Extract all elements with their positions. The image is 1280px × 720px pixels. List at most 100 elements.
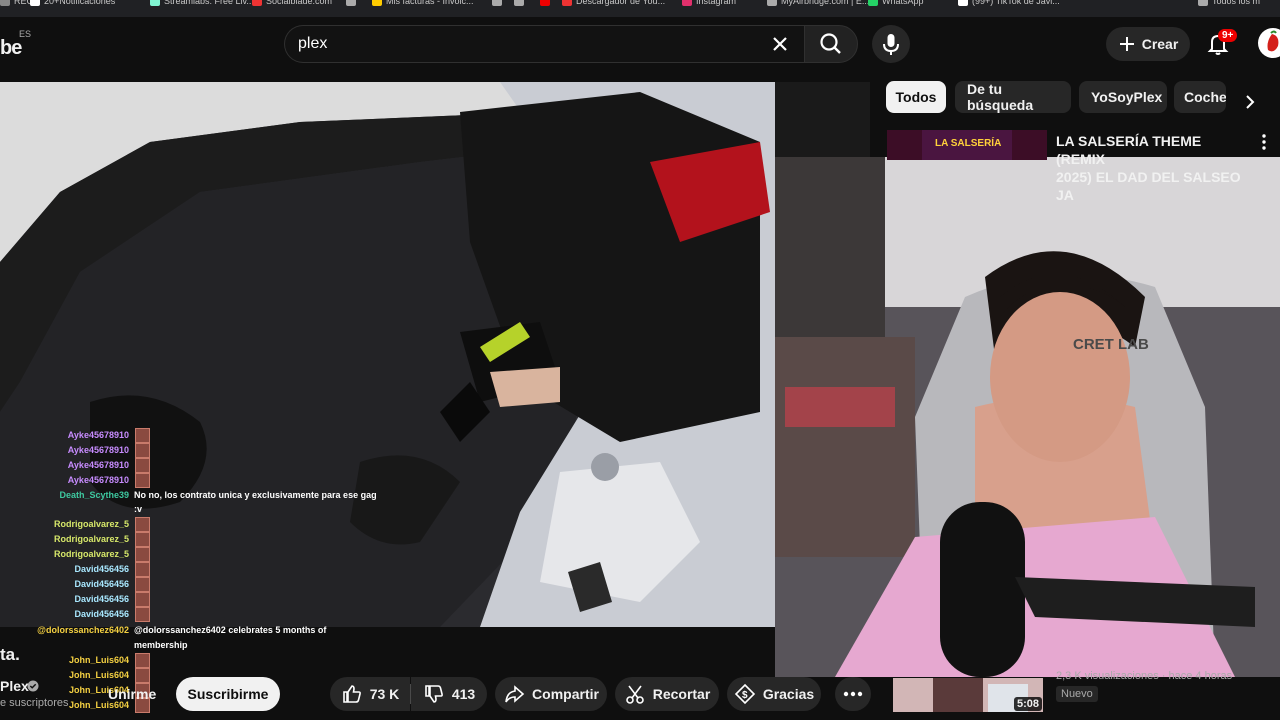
thanks-label: Gracias	[762, 686, 815, 702]
chip-label: De tu búsqueda	[967, 81, 1034, 113]
new-badge: Nuevo	[1056, 686, 1098, 702]
chat-emote-icon	[135, 443, 150, 458]
clear-search-icon[interactable]	[768, 32, 792, 56]
chat-text: membership	[134, 640, 188, 650]
chip-label: Todos	[895, 89, 937, 105]
chat-username: Ayke45678910	[67, 475, 129, 485]
chat-username: @dolorssanchez6402	[37, 625, 129, 635]
bookmark-favicon-icon	[540, 0, 550, 6]
chip-todos[interactable]: Todos	[886, 81, 946, 113]
search-icon	[820, 33, 841, 54]
recommendation-menu-button[interactable]	[1258, 134, 1270, 150]
chat-emote-icon	[135, 668, 150, 683]
bookmark-label: Instagram	[696, 0, 737, 6]
chat-username: Ayke45678910	[67, 430, 129, 440]
search-query[interactable]: plex	[298, 35, 327, 53]
bookmark-item[interactable]	[492, 0, 506, 8]
bookmark-favicon-icon	[767, 0, 777, 6]
bookmark-item[interactable]: MyAirbridge.com | E...	[767, 0, 869, 8]
create-label: Crear	[1141, 36, 1179, 52]
join-button[interactable]: Unirme	[108, 686, 156, 702]
chat-emote-icon	[135, 517, 150, 532]
recommendation-title[interactable]: LA SALSERÍA THEME (REMIX 2025) EL DAD DEL…	[1056, 132, 1246, 204]
create-button[interactable]: Crear	[1106, 27, 1190, 61]
chat-emote-icon	[135, 458, 150, 473]
bookmark-item[interactable]: WhatsApp	[868, 0, 924, 8]
chip-de-tu-busqueda[interactable]: De tu búsqueda	[955, 81, 1071, 113]
bookmark-favicon-icon	[30, 0, 40, 6]
video-duration: 5:08	[1014, 697, 1043, 711]
thumbs-down-icon	[425, 685, 443, 703]
bookmark-favicon-icon	[958, 0, 968, 6]
svg-text:$: $	[742, 690, 748, 701]
more-actions-button[interactable]	[835, 677, 871, 711]
bookmark-favicon-icon	[682, 0, 692, 6]
video-title: ta.	[0, 645, 20, 664]
bookmark-item[interactable]: Instagram	[682, 0, 736, 8]
bookmark-favicon-icon	[868, 0, 878, 6]
chat-emote-icon	[135, 577, 150, 592]
like-button[interactable]: 73 K	[330, 677, 410, 711]
bookmark-label: Socialblade.com	[266, 0, 333, 6]
bookmark-item[interactable]	[540, 0, 554, 8]
recommendation-thumbnail[interactable]: LA SALSERÍA	[887, 130, 1047, 160]
recommendation-title-line: 2025) EL DAD DEL SALSEO JA	[1056, 169, 1241, 203]
search-input[interactable]	[284, 25, 805, 63]
thanks-button[interactable]: $ Gracias	[727, 677, 821, 711]
bookmark-item[interactable]: 20+Notificaciones	[30, 0, 115, 8]
dislike-count: 413	[451, 686, 476, 702]
chat-username: Ayke45678910	[67, 460, 129, 470]
bookmark-favicon-icon	[0, 0, 10, 6]
subscribe-button[interactable]: Suscribirme	[176, 677, 280, 711]
channel-name[interactable]: Plex	[0, 678, 29, 694]
bookmark-item[interactable]: Descargador de You...	[562, 0, 665, 8]
notification-badge: 9+	[1218, 29, 1238, 42]
chips-next-button[interactable]	[1236, 88, 1264, 116]
thanks-icon: $	[734, 683, 755, 705]
voice-search-button[interactable]	[872, 25, 910, 63]
more-horizontal-icon	[843, 691, 863, 697]
chat-emote-icon	[135, 547, 150, 562]
bookmark-item[interactable]: Socialblade.com	[252, 0, 332, 8]
bookmark-label: Descargador de You...	[576, 0, 666, 6]
youtube-logo[interactable]: be	[0, 37, 22, 60]
chat-emote-icon	[135, 607, 150, 622]
bookmark-item[interactable]: Streamlabs: Free Liv...	[150, 0, 254, 8]
dislike-button[interactable]: 413	[411, 677, 487, 711]
subscribe-label: Suscribirme	[187, 686, 269, 702]
search-button[interactable]	[804, 25, 858, 63]
chat-emote-icon	[135, 653, 150, 668]
chat-username: David456456	[74, 609, 129, 619]
bookmark-item[interactable]	[514, 0, 528, 8]
chat-username: John_Luis604	[68, 670, 129, 680]
bookmark-label: MyAirbridge.com | E...	[781, 0, 870, 6]
chat-text: No no, los contrato unica y exclusivamen…	[134, 490, 377, 500]
bookmark-favicon-icon	[252, 0, 262, 6]
chip-label: Coche	[1184, 89, 1226, 105]
bookmark-label: Mis facturas - Invoic...	[386, 0, 474, 6]
chat-username: Ayke45678910	[67, 445, 129, 455]
chair-logo: CRET LAB	[1073, 336, 1149, 353]
chip-coche[interactable]: Coche	[1174, 81, 1226, 113]
bookmark-item[interactable]: (99+) TikTok de Javi...	[958, 0, 1060, 8]
bookmark-item[interactable]: Mis facturas - Invoic...	[372, 0, 474, 8]
chat-emote-icon	[135, 428, 150, 443]
subscriber-count: e suscriptores	[0, 697, 69, 709]
bookmark-item[interactable]: REC	[0, 0, 33, 8]
recommendation-thumb-text: LA SALSERÍA	[935, 136, 1001, 149]
thumbs-up-icon	[342, 685, 361, 703]
clip-button[interactable]: Recortar	[615, 677, 719, 711]
share-button[interactable]: Compartir	[495, 677, 607, 711]
bookmark-item[interactable]: Todos los m	[1198, 0, 1260, 8]
chat-username: David456456	[74, 564, 129, 574]
country-code: ES	[19, 29, 32, 39]
bookmark-favicon-icon	[150, 0, 160, 6]
bookmark-favicon-icon	[346, 0, 356, 6]
chip-label: YoSoyPlex	[1091, 89, 1163, 105]
chip-yosoyplex[interactable]: YoSoyPlex	[1079, 81, 1167, 113]
bookmark-item[interactable]	[346, 0, 360, 8]
account-avatar[interactable]	[1258, 28, 1280, 58]
chat-text: :v	[134, 504, 143, 514]
share-label: Compartir	[532, 686, 599, 702]
webcam-feed: CRET LAB	[775, 157, 1280, 677]
